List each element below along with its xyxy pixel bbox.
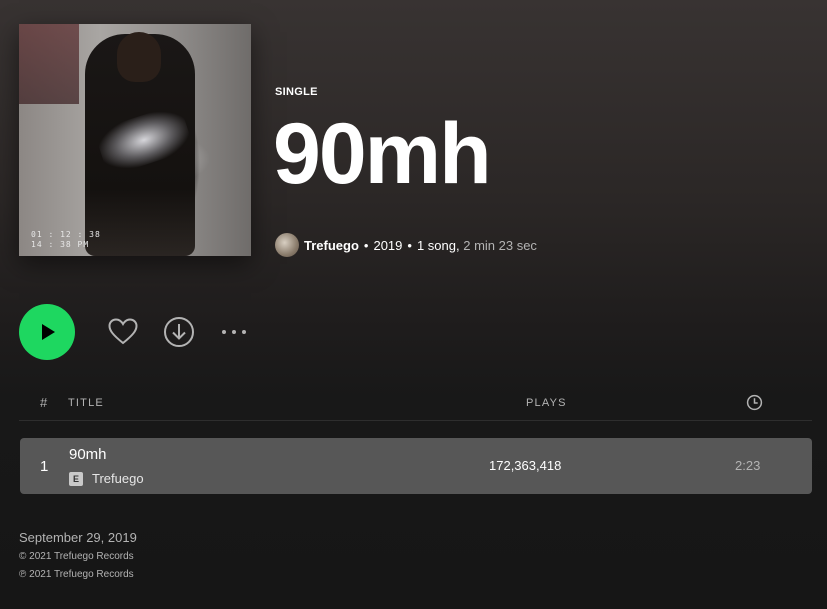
meta-separator: •: [363, 237, 369, 253]
cover-head: [117, 32, 161, 82]
phonographic-copyright-text: ℗ 2021 Trefuego Records: [19, 569, 134, 580]
play-button[interactable]: [19, 304, 75, 360]
more-options-button[interactable]: [219, 316, 251, 348]
track-duration: 2:23: [735, 458, 761, 473]
track-row[interactable]: 1 90mh E Trefuego 172,363,418 2:23: [20, 438, 812, 494]
tracklist-header: # TITLE PLAYS: [19, 390, 812, 421]
download-button[interactable]: [163, 316, 195, 348]
release-year: 2019: [373, 237, 403, 253]
copyright-text: © 2021 Trefuego Records: [19, 551, 134, 562]
track-plays: 172,363,418: [489, 458, 562, 473]
track-title[interactable]: 90mh: [69, 446, 107, 463]
cover-timestamp: 01 : 12 : 38 14 : 38 PM: [31, 230, 101, 249]
album-meta: Trefuego • 2019 • 1 song, 2 min 23 sec: [275, 233, 537, 257]
column-title: TITLE: [68, 397, 104, 409]
like-button[interactable]: [107, 316, 139, 348]
column-plays: PLAYS: [526, 397, 567, 409]
artist-link[interactable]: Trefuego: [304, 238, 359, 253]
album-cover: 01 : 12 : 38 14 : 38 PM: [19, 24, 251, 256]
total-duration: 2 min 23 sec: [463, 237, 537, 253]
track-artist-link[interactable]: Trefuego: [92, 471, 144, 486]
page-title: 90mh: [273, 106, 492, 202]
explicit-badge: E: [69, 471, 83, 486]
artist-avatar[interactable]: [275, 233, 299, 257]
track-subtitle: E Trefuego: [69, 471, 144, 486]
download-icon: [164, 317, 194, 347]
heart-icon: [108, 318, 138, 345]
track-number: 1: [40, 458, 49, 475]
release-type-label: SINGLE: [275, 86, 318, 98]
release-date: September 29, 2019: [19, 530, 137, 545]
play-icon: [42, 324, 55, 340]
column-number: #: [40, 395, 48, 410]
song-count: 1 song,: [416, 237, 460, 253]
clock-icon: [746, 394, 763, 411]
more-icon: [222, 330, 246, 334]
cover-curtain: [19, 24, 79, 104]
column-duration: [746, 394, 763, 414]
meta-separator: •: [407, 237, 412, 253]
